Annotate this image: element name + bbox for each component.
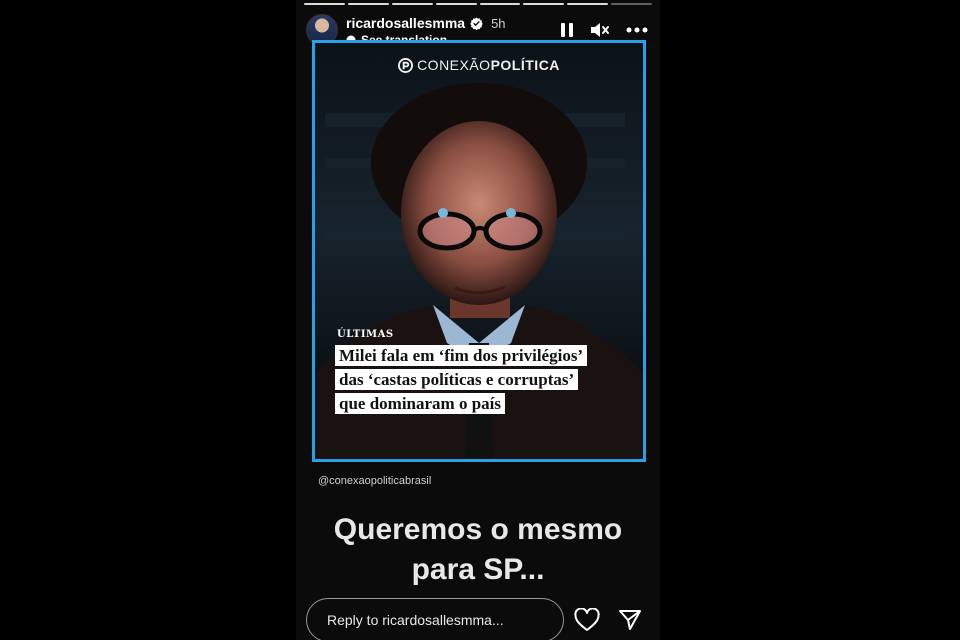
headline-line: que dominaram o país [335,393,505,414]
brand-text-light: CONEXÃO [417,57,491,73]
brand-logo: CONEXÃOPOLÍTICA [315,57,643,73]
progress-segment [435,3,477,5]
reply-placeholder: Reply to ricardosallesmma... [327,612,504,628]
send-icon[interactable] [618,609,642,631]
progress-segment [479,3,521,5]
headline-line: das ‘castas políticas e corruptas’ [335,369,579,390]
brand-p-icon [398,57,414,73]
progress-segment [347,3,389,5]
verified-badge-icon [470,17,483,30]
news-tag: ÚLTIMAS [337,329,394,340]
progress-segment [611,3,652,5]
caption-line: Queremos o mesmo [333,513,623,546]
story-viewer[interactable]: ricardosallesmma 5h See translation [296,0,660,640]
story-footer: Reply to ricardosallesmma... [306,598,648,640]
heart-icon[interactable] [574,608,600,632]
story-progress-bar [304,3,652,5]
headline: Milei fala em ‘fim dos privilégios’ das … [335,345,635,417]
headline-line: Milei fala em ‘fim dos privilégios’ [335,345,588,366]
speaker-muted-icon[interactable] [590,22,610,38]
post-time: 5h [491,15,506,31]
caption-line: para SP... [411,553,545,586]
progress-segment [523,3,565,5]
story-caption: Queremos o mesmo para SP... [296,510,660,590]
pause-icon[interactable] [560,22,574,38]
progress-segment [567,3,609,5]
more-options-icon[interactable] [626,27,648,33]
username[interactable]: ricardosallesmma [346,16,465,30]
shared-post-card[interactable]: CONEXÃOPOLÍTICA ÚLTIMAS Milei fala em ‘f… [312,40,646,462]
reply-input[interactable]: Reply to ricardosallesmma... [306,598,564,640]
progress-segment [391,3,433,5]
brand-text-bold: POLÍTICA [490,57,560,73]
source-handle-link[interactable]: @conexaopoliticabrasil [318,475,431,487]
progress-segment [304,3,345,5]
